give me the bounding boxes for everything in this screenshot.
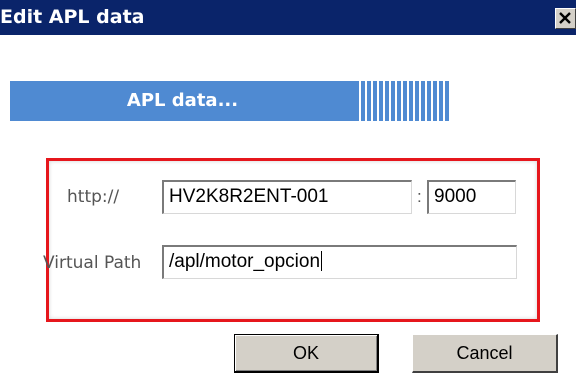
port-value: 9000 — [434, 186, 477, 207]
edit-apl-dialog: Edit APL data APL data... http:// HV2K8R… — [0, 0, 576, 373]
host-input[interactable]: HV2K8R2ENT-001 — [162, 180, 412, 214]
banner-fade — [425, 81, 450, 121]
banner-title: APL data... — [126, 90, 239, 111]
title-bar[interactable]: Edit APL data — [0, 0, 576, 35]
close-button[interactable] — [555, 8, 576, 29]
text-caret — [321, 251, 323, 271]
virtual-path-value: /apl/motor_opcion — [169, 251, 321, 272]
window-title: Edit APL data — [0, 6, 145, 28]
virtual-path-input[interactable]: /apl/motor_opcion — [162, 245, 517, 279]
virtual-path-label: Virtual Path — [43, 253, 142, 273]
host-value: HV2K8R2ENT-001 — [169, 186, 329, 207]
port-separator: : — [417, 187, 422, 206]
section-banner: APL data... — [10, 81, 355, 121]
port-input[interactable]: 9000 — [427, 180, 516, 214]
host-label: http:// — [67, 187, 120, 207]
cancel-button[interactable]: Cancel — [412, 334, 558, 373]
banner-stripes-decoration — [355, 81, 450, 121]
close-icon — [556, 9, 575, 28]
ok-button[interactable]: OK — [234, 334, 379, 373]
